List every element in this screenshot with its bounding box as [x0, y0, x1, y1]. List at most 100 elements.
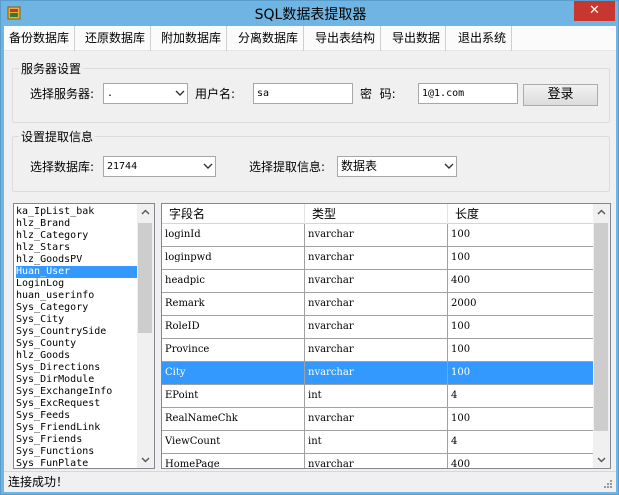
table-list-item[interactable]: hlz_Category [16, 230, 138, 242]
cell-type[interactable]: nvarchar [305, 454, 448, 468]
cell-length[interactable]: 4 [448, 385, 595, 408]
table-list-item[interactable]: Sys_Directions [16, 362, 138, 374]
cell-type[interactable]: int [305, 385, 448, 408]
cell-length[interactable]: 100 [448, 224, 595, 247]
table-list-item[interactable]: hlz_Goods [16, 350, 138, 362]
grid-scrollbar[interactable] [593, 204, 610, 468]
header-type[interactable]: 类型 [305, 204, 448, 224]
database-select[interactable]: 21744 [103, 156, 216, 177]
table-list-item[interactable]: Sys_City [16, 314, 138, 326]
grid-row[interactable]: RealNameChk nvarchar 100 [162, 408, 595, 431]
grid-scroll-thumb[interactable] [594, 223, 608, 431]
cell-type[interactable]: nvarchar [305, 316, 448, 339]
server-select[interactable]: . [103, 83, 188, 104]
extract-info-select[interactable]: 数据表 [337, 156, 457, 177]
tables-listbox[interactable]: ka_IpList_bak hlz_Brand hlz_Category hlz_St… [13, 203, 155, 469]
menu-export-schema[interactable]: 导出表结构 [310, 26, 382, 51]
password-label: 密 码: [360, 87, 396, 101]
menu-attach-database[interactable]: 附加数据库 [156, 26, 228, 51]
cell-type[interactable]: nvarchar [305, 247, 448, 270]
table-list-item[interactable]: Sys_CountrySide [16, 326, 138, 338]
title-bar[interactable]: SQL数据表提取器 ✕ [1, 1, 619, 26]
header-length[interactable]: 长度 [448, 204, 595, 224]
table-list-item[interactable]: Sys_Feeds [16, 410, 138, 422]
cell-field-name[interactable]: RoleID [162, 316, 305, 339]
cell-length[interactable]: 100 [448, 408, 595, 431]
grid-row[interactable]: loginId nvarchar 100 [162, 224, 595, 247]
cell-length[interactable]: 400 [448, 270, 595, 293]
cell-length[interactable]: 2000 [448, 293, 595, 316]
menu-detach-database[interactable]: 分离数据库 [233, 26, 305, 51]
table-list-item[interactable]: Sys_FriendLink [16, 422, 138, 434]
cell-length[interactable]: 100 [448, 362, 595, 385]
cell-field-name[interactable]: HomePage [162, 454, 305, 468]
window-title: SQL数据表提取器 [254, 7, 367, 23]
tables-list-scrollbar[interactable] [137, 204, 154, 468]
cell-field-name[interactable]: Remark [162, 293, 305, 316]
cell-length[interactable]: 100 [448, 316, 595, 339]
menu-restore-database[interactable]: 还原数据库 [80, 26, 152, 51]
cell-type[interactable]: nvarchar [305, 408, 448, 431]
login-button[interactable]: 登录 [523, 84, 598, 106]
table-list-item[interactable]: Huan_User [16, 266, 138, 278]
cell-field-name[interactable]: City [162, 362, 305, 385]
table-list-item[interactable]: Sys_ExcRequest [16, 398, 138, 410]
cell-length[interactable]: 400 [448, 454, 595, 468]
menu-export-data[interactable]: 导出数据 [387, 26, 447, 51]
table-list-item[interactable]: Sys_FunPlate [16, 458, 138, 468]
cell-type[interactable]: nvarchar [305, 362, 448, 385]
cell-field-name[interactable]: loginpwd [162, 247, 305, 270]
menu-exit-system[interactable]: 退出系统 [453, 26, 513, 51]
table-list-item[interactable]: Sys_Category [16, 302, 138, 314]
server-settings-label: 服务器设置 [19, 60, 84, 77]
cell-type[interactable]: nvarchar [305, 224, 448, 247]
cell-field-name[interactable]: ViewCount [162, 431, 305, 454]
grid-row[interactable]: Province nvarchar 100 [162, 339, 595, 362]
table-list-item[interactable]: Sys_County [16, 338, 138, 350]
scroll-up-icon[interactable] [141, 209, 150, 216]
table-list-item[interactable]: Sys_DirModule [16, 374, 138, 386]
scroll-up-icon[interactable] [597, 209, 606, 216]
app-window: SQL数据表提取器 ✕ 备份数据库 还原数据库 附加数据库 分离数据库 导出表结… [0, 0, 619, 495]
table-list-item[interactable]: hlz_GoodsPV [16, 254, 138, 266]
cell-type[interactable]: nvarchar [305, 270, 448, 293]
cell-field-name[interactable]: headpic [162, 270, 305, 293]
password-input[interactable]: 1@1.com [418, 83, 518, 104]
grid-row[interactable]: EPoint int 4 [162, 385, 595, 408]
table-list-item[interactable]: LoginLog [16, 278, 138, 290]
grid-row[interactable]: ViewCount int 4 [162, 431, 595, 454]
cell-field-name[interactable]: RealNameChk [162, 408, 305, 431]
columns-grid[interactable]: 字段名 类型 长度 loginId nvarchar 100 loginpwd nvar… [161, 203, 611, 469]
username-input[interactable]: sa [253, 83, 353, 104]
grid-row[interactable]: RoleID nvarchar 100 [162, 316, 595, 339]
cell-type[interactable]: nvarchar [305, 293, 448, 316]
menu-backup-database[interactable]: 备份数据库 [4, 26, 76, 51]
grid-row[interactable]: City nvarchar 100 [162, 362, 595, 385]
cell-length[interactable]: 4 [448, 431, 595, 454]
close-icon: ✕ [589, 3, 600, 18]
tables-list-scroll-thumb[interactable] [138, 223, 152, 333]
scroll-down-icon[interactable] [597, 456, 606, 463]
table-list-item[interactable]: ka_IpList_bak [16, 206, 138, 218]
cell-field-name[interactable]: EPoint [162, 385, 305, 408]
resize-grip-icon[interactable] [603, 479, 613, 489]
table-list-item[interactable]: Sys_Functions [16, 446, 138, 458]
cell-length[interactable]: 100 [448, 247, 595, 270]
table-list-item[interactable]: Sys_Friends [16, 434, 138, 446]
grid-row[interactable]: Remark nvarchar 2000 [162, 293, 595, 316]
scroll-down-icon[interactable] [141, 456, 150, 463]
grid-row[interactable]: HomePage nvarchar 400 [162, 454, 595, 468]
table-list-item[interactable]: hlz_Stars [16, 242, 138, 254]
cell-field-name[interactable]: loginId [162, 224, 305, 247]
cell-field-name[interactable]: Province [162, 339, 305, 362]
cell-type[interactable]: int [305, 431, 448, 454]
table-list-item[interactable]: huan_userinfo [16, 290, 138, 302]
grid-row[interactable]: headpic nvarchar 400 [162, 270, 595, 293]
cell-length[interactable]: 100 [448, 339, 595, 362]
header-field-name[interactable]: 字段名 [162, 204, 305, 224]
cell-type[interactable]: nvarchar [305, 339, 448, 362]
grid-row[interactable]: loginpwd nvarchar 100 [162, 247, 595, 270]
close-button[interactable]: ✕ [574, 1, 615, 21]
table-list-item[interactable]: hlz_Brand [16, 218, 138, 230]
table-list-item[interactable]: Sys_ExchangeInfo [16, 386, 138, 398]
